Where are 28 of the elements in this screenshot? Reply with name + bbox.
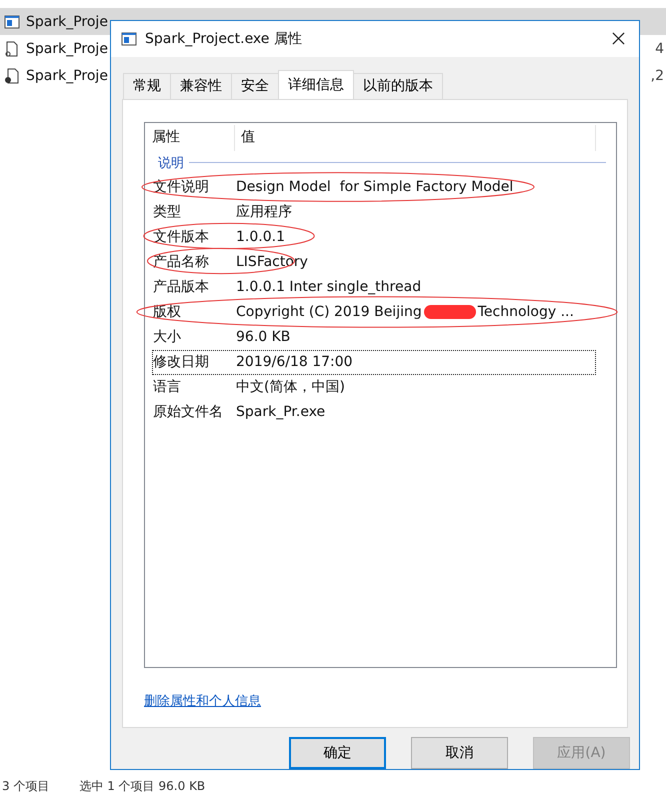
property-value: 中文(简体，中国) — [236, 378, 345, 396]
property-value: 1.0.0.1 — [236, 229, 285, 246]
file-size: ,2 — [650, 68, 665, 84]
window-title: Spark_Project.exe 属性 — [145, 30, 303, 48]
file-size: 4 — [655, 40, 665, 56]
property-name: 大小 — [153, 328, 182, 346]
property-value: 96.0 KB — [236, 329, 290, 346]
property-name: 产品名称 — [153, 253, 210, 272]
property-name: 原始文件名 — [153, 403, 224, 422]
property-name: 类型 — [153, 203, 182, 222]
file-name: Spark_Proje — [26, 68, 108, 84]
status-text: 选中 1 个项目 96.0 KB — [79, 778, 206, 795]
property-value: Design Model for Simple Factory Model — [236, 179, 514, 196]
property-value: 1.0.0.1 Inter single_thread — [236, 279, 422, 296]
property-name: 文件版本 — [153, 228, 210, 246]
property-name: 版权 — [153, 303, 182, 322]
property-value: Spark_Pr.exe — [236, 404, 326, 420]
property-value: 应用程序 — [236, 203, 292, 222]
property-name: 语言 — [153, 378, 182, 396]
property-value: Copyright (C) 2019 Beijing — [236, 304, 422, 320]
file-name: Spark_Proje — [26, 14, 108, 30]
property-value: Technology ... — [478, 304, 574, 320]
group-header: 说明 — [158, 154, 184, 172]
property-name: 修改日期 — [153, 353, 210, 372]
property-value: 2019/6/18 17:00 — [236, 354, 353, 370]
file-name: Spark_Proje — [26, 40, 108, 56]
property-name: 产品版本 — [153, 278, 210, 296]
status-text: 3 个项目 — [2, 778, 50, 795]
